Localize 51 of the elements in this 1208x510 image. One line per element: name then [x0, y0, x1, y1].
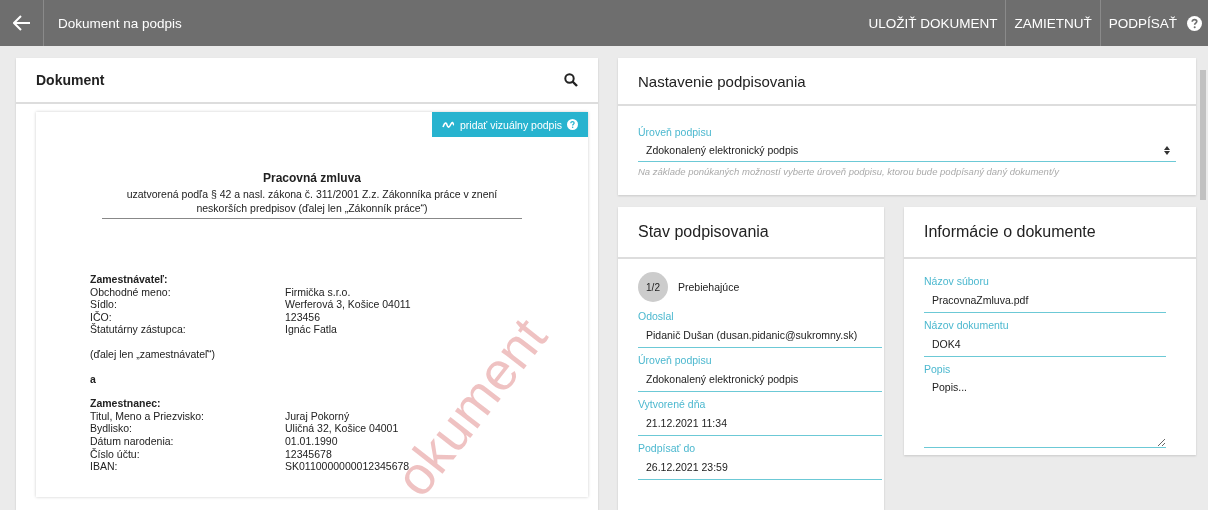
- progress-badge: 1/2: [638, 272, 668, 302]
- field-label: Názov dokumentu: [924, 319, 1010, 331]
- field-label: Sídlo:: [90, 298, 118, 311]
- field-value: Firmička s.r.o.: [285, 285, 351, 299]
- field-label: Vytvorené dňa: [638, 398, 707, 410]
- section-heading: Zamestnávateľ:: [90, 273, 169, 286]
- field-value: Pidanič Dušan (dusan.pidanic@sukromny.sk): [638, 322, 882, 348]
- field-label: Úroveň podpisu: [638, 354, 713, 366]
- help-icon: [567, 119, 578, 130]
- help-text: Na základe ponúkaných možností vyberte úroveň podpisu, ktorou bude podpísaný daný dokument/y: [638, 166, 1061, 177]
- scrollbar-thumb[interactable]: [1200, 70, 1206, 200]
- field-label: Titul, Meno a Priezvisko:: [90, 409, 205, 423]
- field-value: Werferová 3, Košice 04011: [285, 298, 411, 311]
- toolbar-button[interactable]: PODPÍSAŤ: [1099, 0, 1185, 46]
- document-heading: Pracovná zmluva: [261, 171, 362, 185]
- field-value: Zdokonalený elektronický podpis: [638, 366, 882, 392]
- field-value: 123456: [285, 310, 321, 324]
- signature-level-select[interactable]: Zdokonalený elektronický podpis: [638, 138, 1176, 162]
- field-value: 12345678: [285, 447, 332, 461]
- card-title: Stav podpisovania: [638, 223, 769, 241]
- field-value: 26.12.2021 23:59: [638, 454, 882, 480]
- field-label: Obchodné meno:: [90, 285, 172, 299]
- signature-scribble-icon: [442, 120, 455, 129]
- field-value: Uličná 32, Košice 04001: [285, 422, 399, 435]
- field-value: Ignác Fatla: [285, 323, 337, 336]
- field-label: Štatutárny zástupca:: [90, 323, 187, 336]
- field-label: Odoslal: [638, 310, 675, 322]
- search-icon[interactable]: [564, 73, 578, 87]
- sort-caret-icon: [1164, 145, 1170, 155]
- help-icon[interactable]: [1187, 15, 1202, 31]
- status-text: Prebiehajúce: [678, 281, 740, 293]
- toolbar-button[interactable]: ZAMIETNUŤ: [1005, 0, 1100, 46]
- field-label: Úroveň podpisu: [638, 126, 713, 138]
- field-label: IČO:: [90, 310, 113, 323]
- field-label: Podpísať do: [638, 442, 697, 454]
- field-label: Bydlisko:: [90, 422, 133, 435]
- field-value: 01.01.1990: [285, 434, 338, 448]
- field-value: 21.12.2021 11:34: [638, 410, 882, 436]
- card-title: Dokument: [36, 72, 105, 88]
- document-subtitle: uzatvorená podľa § 42 a nasl. zákona č. 311/2001 Z.z. Zákonníka práce v znení neskorších predpisov (ďalej len „Zákonník práce“): [102, 187, 522, 219]
- back-arrow-icon: [12, 15, 31, 31]
- card-title: Nastavenie podpisovania: [638, 72, 806, 90]
- page-title: Dokument na podpis: [58, 15, 183, 31]
- field-label: Číslo účtu:: [90, 447, 141, 461]
- field-label: Názov súboru: [924, 275, 990, 287]
- field-value: Juraj Pokorný: [285, 409, 350, 423]
- card-title: Informácie o dokumente: [924, 223, 1096, 241]
- field-label: Dátum narodenia:: [90, 434, 175, 448]
- toolbar-button[interactable]: ULOŽIŤ DOKUMENT: [860, 0, 1006, 46]
- field-label: IBAN:: [90, 460, 119, 473]
- field-label: Popis: [924, 363, 952, 375]
